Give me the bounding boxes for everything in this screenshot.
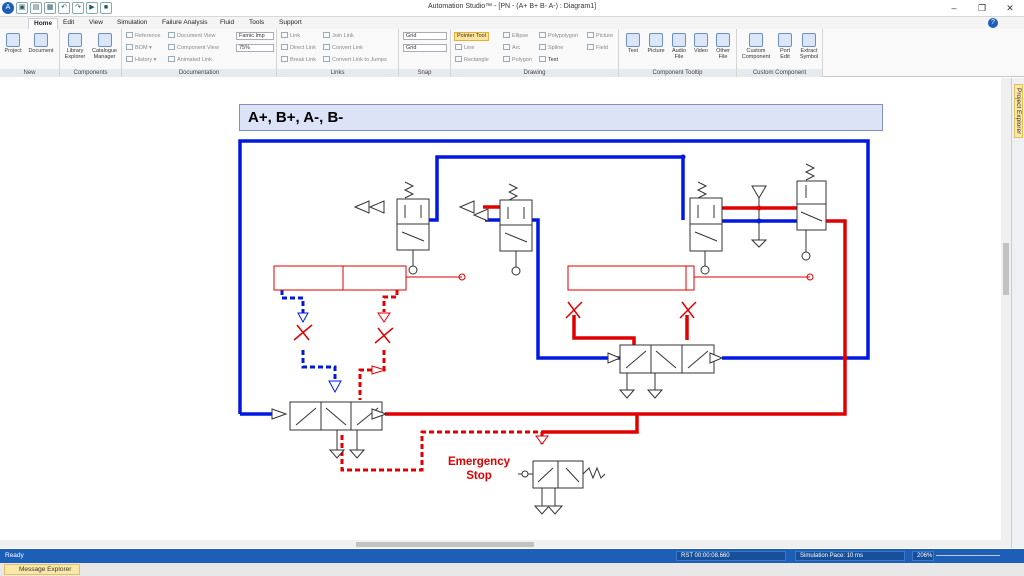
status-bar: Ready RST 00:00:08.660 Simulation Pace: … bbox=[0, 549, 1024, 563]
bottom-panel-tabs: Message Explorer bbox=[0, 563, 1024, 576]
simulation-pace: Simulation Pace: 10 ms bbox=[795, 551, 905, 561]
status-ready: Ready bbox=[5, 552, 24, 559]
project-explorer-tab[interactable]: Project Explorer bbox=[1014, 84, 1023, 139]
emergency-stop-label: Emergency Stop bbox=[447, 456, 510, 482]
vertical-scrollbar[interactable] bbox=[1001, 78, 1011, 548]
message-explorer-tab[interactable]: Message Explorer bbox=[4, 564, 81, 575]
side-panel-tabs: Project Explorer bbox=[1011, 78, 1024, 548]
vertical-scroll-thumb[interactable] bbox=[1003, 243, 1009, 295]
zoom-slider[interactable] bbox=[936, 555, 1000, 556]
horizontal-scrollbar[interactable] bbox=[0, 540, 1001, 548]
simulation-timer: RST 00:00:08.660 bbox=[676, 551, 786, 561]
zoom-level: 206% bbox=[912, 551, 934, 561]
close-button[interactable]: ✕ bbox=[996, 0, 1024, 16]
horizontal-scroll-thumb[interactable] bbox=[356, 542, 534, 547]
